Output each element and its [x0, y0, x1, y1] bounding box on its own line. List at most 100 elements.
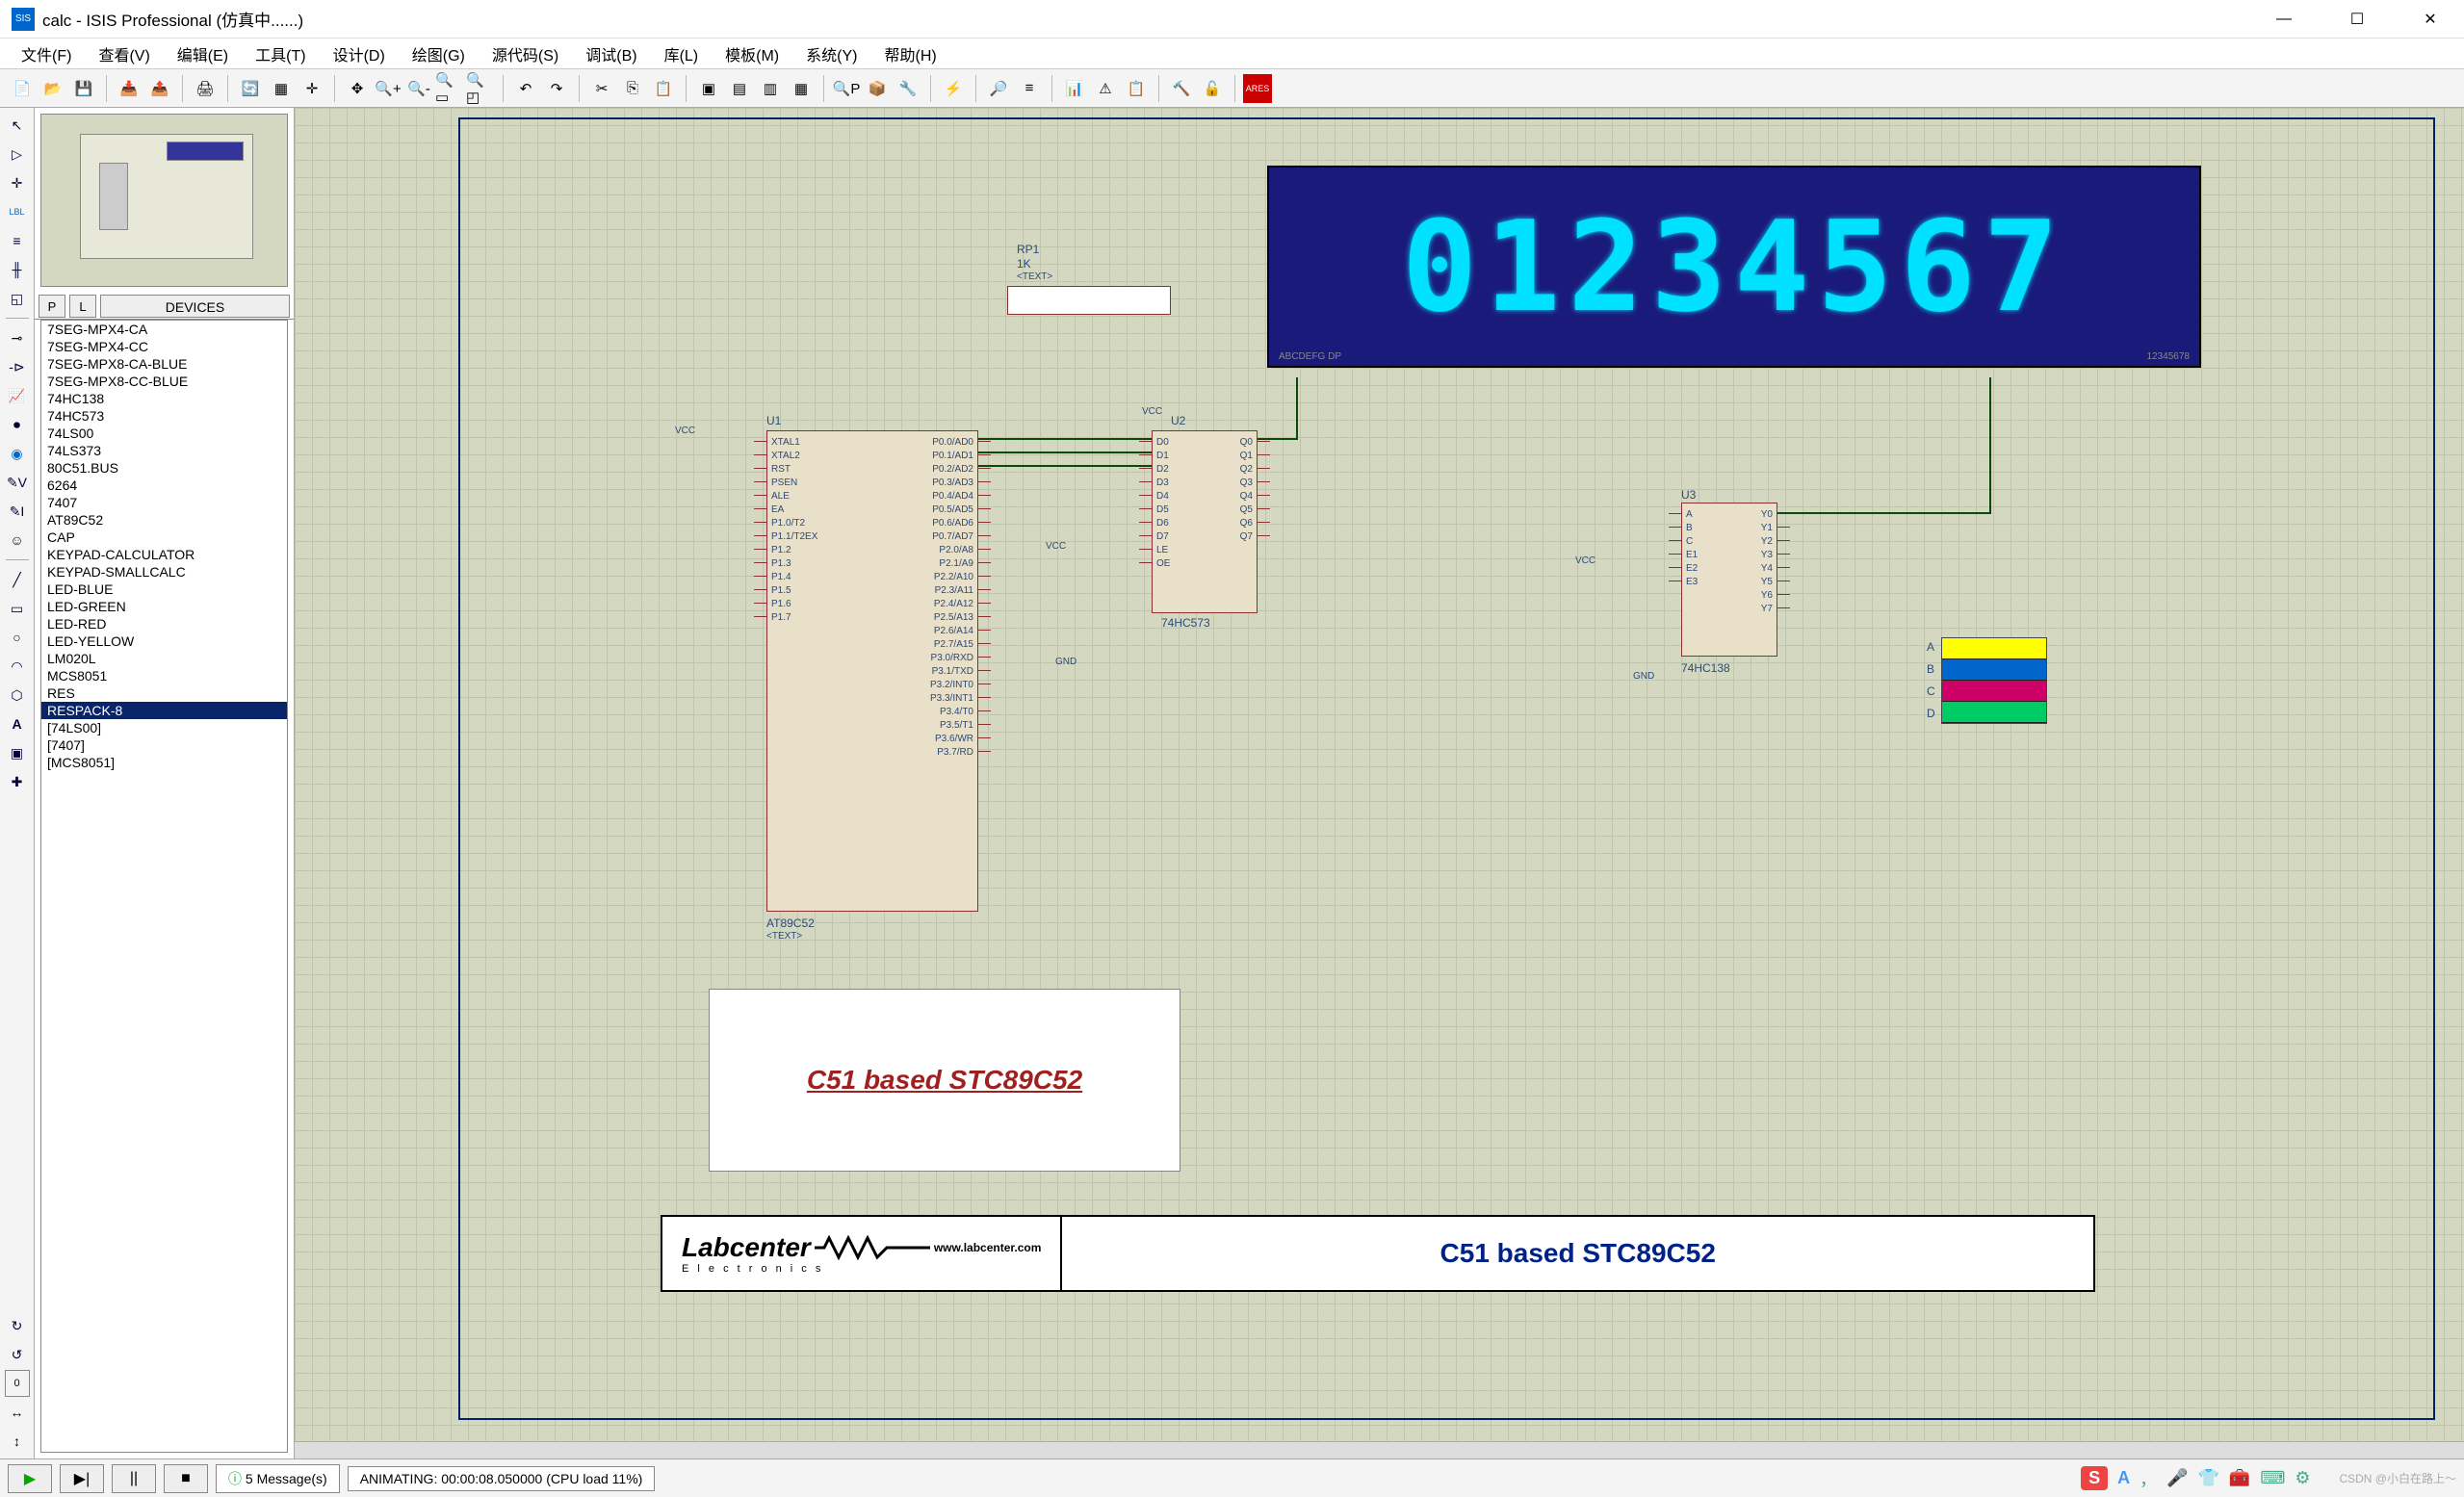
block-copy-icon[interactable]: ▣	[694, 74, 723, 103]
ime-mode[interactable]: A	[2117, 1468, 2130, 1488]
device-item[interactable]: LED-BLUE	[41, 581, 287, 598]
menu-tools[interactable]: 工具(T)	[242, 39, 319, 69]
make-device-icon[interactable]: 🔨	[1167, 74, 1196, 103]
menu-draw[interactable]: 绘图(G)	[399, 39, 479, 69]
ime-voice-icon[interactable]: 🎤	[2166, 1468, 2188, 1488]
u2-chip[interactable]: D0D1D2D3D4D5D6D7LEOEQ0Q1Q2Q3Q4Q5Q6Q7	[1152, 430, 1258, 613]
device-item[interactable]: 74LS373	[41, 442, 287, 459]
menu-source[interactable]: 源代码(S)	[479, 39, 572, 69]
device-item[interactable]: 6264	[41, 477, 287, 494]
minimize-button[interactable]: —	[2262, 5, 2306, 34]
tape-tool[interactable]: ⏺	[4, 411, 31, 438]
title-block[interactable]: Labcenter www.labcenter.com E l e c t r …	[661, 1215, 2095, 1292]
wire-autoroute-icon[interactable]: ⚡	[939, 74, 968, 103]
device-item[interactable]: 7SEG-MPX4-CC	[41, 338, 287, 355]
mirror-h-tool[interactable]: ↔	[4, 1399, 31, 1426]
zoom-fit-icon[interactable]: 🔍▭	[435, 74, 464, 103]
zoom-out-icon[interactable]: 🔍-	[404, 74, 433, 103]
path-tool[interactable]: ⬡	[4, 682, 31, 709]
sim-pause-button[interactable]: ||	[112, 1464, 156, 1493]
graph-tool[interactable]: 📈	[4, 382, 31, 409]
device-item[interactable]: LED-RED	[41, 615, 287, 632]
marker-tool[interactable]: ✚	[4, 768, 31, 795]
menu-edit[interactable]: 编辑(E)	[164, 39, 242, 69]
device-item[interactable]: LED-YELLOW	[41, 632, 287, 650]
device-item[interactable]: LED-GREEN	[41, 598, 287, 615]
ares-icon[interactable]: ARES	[1243, 74, 1272, 103]
seven-seg-display[interactable]: 01234567 ABCDEFG DP 12345678	[1267, 166, 2201, 368]
cut-icon[interactable]: ✂	[587, 74, 616, 103]
menu-template[interactable]: 模板(M)	[712, 39, 792, 69]
origin-icon[interactable]: ✛	[298, 74, 326, 103]
device-item[interactable]: 7SEG-MPX8-CA-BLUE	[41, 355, 287, 373]
message-box[interactable]: ⓘ 5 Message(s)	[216, 1464, 340, 1493]
device-item[interactable]: RESPACK-8	[41, 702, 287, 719]
component-tool[interactable]: ▷	[4, 141, 31, 168]
ime-settings-icon[interactable]: ⚙	[2295, 1468, 2310, 1488]
terminal-tool[interactable]: ⊸	[4, 324, 31, 351]
device-item[interactable]: CAP	[41, 529, 287, 546]
save-icon[interactable]: 💾	[69, 74, 98, 103]
menu-file[interactable]: 文件(F)	[8, 39, 85, 69]
pick-device-button[interactable]: P	[39, 295, 65, 318]
text2d-tool[interactable]: A	[4, 710, 31, 737]
label-tool[interactable]: LBL	[4, 198, 31, 225]
device-item[interactable]: LM020L	[41, 650, 287, 667]
device-list[interactable]: 7SEG-MPX4-CA7SEG-MPX4-CC7SEG-MPX8-CA-BLU…	[40, 320, 288, 1453]
device-item[interactable]: 7SEG-MPX8-CC-BLUE	[41, 373, 287, 390]
text-tool[interactable]: ≡	[4, 227, 31, 254]
box-tool[interactable]: ▭	[4, 595, 31, 622]
menu-debug[interactable]: 调试(B)	[572, 39, 650, 69]
circle-tool[interactable]: ○	[4, 624, 31, 651]
rp1-component[interactable]	[1007, 286, 1171, 315]
ime-keyboard-icon[interactable]: ⌨	[2260, 1468, 2285, 1488]
bom-icon[interactable]: 📊	[1060, 74, 1089, 103]
sim-stop-button[interactable]: ■	[164, 1464, 208, 1493]
paste-icon[interactable]: 📋	[649, 74, 678, 103]
device-item[interactable]: MCS8051	[41, 667, 287, 684]
menu-design[interactable]: 设计(D)	[320, 39, 399, 69]
close-button[interactable]: ✕	[2408, 5, 2452, 34]
device-item[interactable]: 7407	[41, 494, 287, 511]
undo-icon[interactable]: ↶	[511, 74, 540, 103]
mirror-v-tool[interactable]: ↕	[4, 1428, 31, 1455]
device-item[interactable]: [7407]	[41, 736, 287, 754]
decompose-icon[interactable]: 🔧	[894, 74, 922, 103]
device-item[interactable]: [MCS8051]	[41, 754, 287, 771]
print-icon[interactable]: 🖨	[191, 74, 220, 103]
grid-icon[interactable]: ▦	[267, 74, 296, 103]
selection-tool[interactable]: ↖	[4, 112, 31, 139]
zoom-in-icon[interactable]: 🔍+	[374, 74, 402, 103]
sim-play-button[interactable]: ▶	[8, 1464, 52, 1493]
package-icon[interactable]: 📦	[863, 74, 892, 103]
overview-window[interactable]	[40, 114, 288, 287]
line-tool[interactable]: ╱	[4, 566, 31, 593]
new-icon[interactable]: 📄	[8, 74, 37, 103]
open-icon[interactable]: 📂	[39, 74, 67, 103]
canvas-scrollbar-h[interactable]	[295, 1441, 2464, 1458]
block-delete-icon[interactable]: ▦	[787, 74, 816, 103]
device-item[interactable]: 7SEG-MPX4-CA	[41, 321, 287, 338]
u1-chip[interactable]: XTAL1XTAL2RSTPSENALEEAP1.0/T2P1.1/T2EXP1…	[766, 430, 978, 912]
ime-punct-icon[interactable]: ，	[2140, 1466, 2157, 1491]
instrument-tool[interactable]: ☺	[4, 527, 31, 554]
block-rotate-icon[interactable]: ▥	[756, 74, 785, 103]
netlist-icon[interactable]: 📋	[1122, 74, 1151, 103]
menu-help[interactable]: 帮助(H)	[870, 39, 949, 69]
schematic-caption-box[interactable]: C51 based STC89C52	[709, 989, 1180, 1172]
bus-tool[interactable]: ╫	[4, 256, 31, 283]
sim-step-button[interactable]: ▶|	[60, 1464, 104, 1493]
menu-view[interactable]: 查看(V)	[85, 39, 163, 69]
ime-toolbox-icon[interactable]: 🧰	[2229, 1468, 2250, 1488]
pick-icon[interactable]: 🔍P	[832, 74, 861, 103]
device-item[interactable]: AT89C52	[41, 511, 287, 529]
menu-system[interactable]: 系统(Y)	[792, 39, 870, 69]
angle-input[interactable]: 0	[5, 1370, 30, 1397]
library-button[interactable]: L	[69, 295, 96, 318]
redo-icon[interactable]: ↷	[542, 74, 571, 103]
device-item[interactable]: [74LS00]	[41, 719, 287, 736]
property-icon[interactable]: ≡	[1015, 74, 1044, 103]
symbol-tool[interactable]: ▣	[4, 739, 31, 766]
rotate-ccw-tool[interactable]: ↺	[4, 1341, 31, 1368]
arc-tool[interactable]: ◠	[4, 653, 31, 680]
